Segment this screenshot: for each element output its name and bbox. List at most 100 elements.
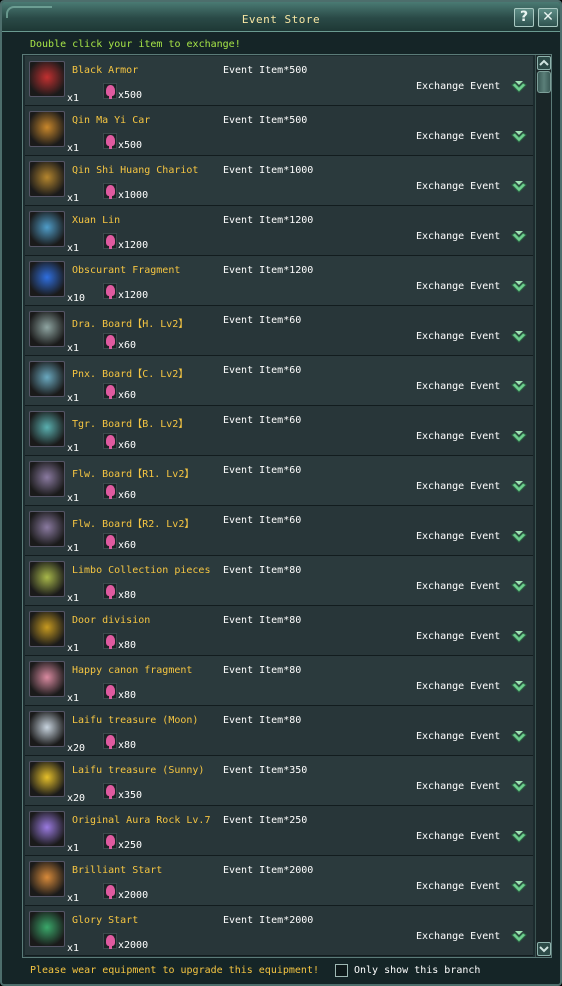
event-token-icon xyxy=(103,683,117,699)
item-row[interactable]: x1 Limbo Collection pieces x80 Event Ite… xyxy=(25,556,533,606)
exchange-button[interactable] xyxy=(511,330,527,346)
item-quantity: x1 xyxy=(67,643,80,654)
event-item-cost: Event Item*250 xyxy=(223,815,308,826)
exchange-event-label: Exchange Event xyxy=(416,381,501,392)
event-token-icon xyxy=(103,283,117,299)
item-name: Qin Shi Huang Chariot xyxy=(72,165,199,176)
event-store-window: Event Store ? ✕ Double click your item t… xyxy=(0,0,562,986)
event-item-cost: Event Item*500 xyxy=(223,65,308,76)
token-cost: x80 xyxy=(118,640,137,651)
scroll-up-button[interactable] xyxy=(537,56,551,70)
exchange-button[interactable] xyxy=(511,480,527,496)
door-icon xyxy=(29,611,65,647)
exchange-hint: Double click your item to exchange! xyxy=(30,39,241,50)
item-row[interactable]: x1 Pnx. Board【C. Lv2】 x60 Event Item*60 … xyxy=(25,356,533,406)
item-row[interactable]: x1 Happy canon fragment x80 Event Item*8… xyxy=(25,656,533,706)
exchange-button[interactable] xyxy=(511,630,527,646)
scroll-down-button[interactable] xyxy=(537,942,551,956)
exchange-button[interactable] xyxy=(511,580,527,596)
event-item-cost: Event Item*60 xyxy=(223,415,302,426)
token-cost: x350 xyxy=(118,790,143,801)
item-quantity: x1 xyxy=(67,693,80,704)
item-quantity: x1 xyxy=(67,93,80,104)
event-item-cost: Event Item*1200 xyxy=(223,265,314,276)
item-quantity: x1 xyxy=(67,593,80,604)
help-button[interactable]: ? xyxy=(514,8,534,27)
title-bar[interactable]: Event Store ? ✕ xyxy=(2,2,560,32)
exchange-button[interactable] xyxy=(511,130,527,146)
exchange-button[interactable] xyxy=(511,780,527,796)
exchange-button[interactable] xyxy=(511,680,527,696)
item-row[interactable]: x1 Flw. Board【R1. Lv2】 x60 Event Item*60… xyxy=(25,456,533,506)
exchange-arrow-icon xyxy=(511,681,527,693)
exchange-button[interactable] xyxy=(511,280,527,296)
exchange-button[interactable] xyxy=(511,530,527,546)
token-cost: x500 xyxy=(118,90,143,101)
item-row[interactable]: x20 Laifu treasure (Moon) x80 Event Item… xyxy=(25,706,533,756)
exchange-arrow-icon xyxy=(511,281,527,293)
item-row[interactable]: x1 Door division x80 Event Item*80 Excha… xyxy=(25,606,533,656)
event-item-cost: Event Item*80 xyxy=(223,615,302,626)
chariot-icon xyxy=(29,161,65,197)
exchange-event-label: Exchange Event xyxy=(416,931,501,942)
close-button[interactable]: ✕ xyxy=(538,8,558,27)
exchange-button[interactable] xyxy=(511,430,527,446)
exchange-button[interactable] xyxy=(511,730,527,746)
item-row[interactable]: x1 Brilliant Start x2000 Event Item*2000… xyxy=(25,856,533,906)
item-row[interactable]: x1 Glory Start x2000 Event Item*2000 Exc… xyxy=(25,906,533,956)
item-row[interactable]: x1 Black Armor x500 Event Item*500 Excha… xyxy=(25,56,533,106)
item-row[interactable]: x1 Xuan Lin x1200 Event Item*1200 Exchan… xyxy=(25,206,533,256)
exchange-event-label: Exchange Event xyxy=(416,181,501,192)
armor-icon xyxy=(29,61,65,97)
scroll-icon xyxy=(29,761,65,797)
exchange-button[interactable] xyxy=(511,930,527,946)
item-quantity: x1 xyxy=(67,443,80,454)
only-show-branch-checkbox[interactable] xyxy=(335,964,348,977)
exchange-button[interactable] xyxy=(511,830,527,846)
scroll-thumb[interactable] xyxy=(537,71,551,93)
exchange-arrow-icon xyxy=(511,881,527,893)
exchange-arrow-icon xyxy=(511,481,527,493)
item-quantity: x1 xyxy=(67,143,80,154)
item-name: Laifu treasure (Sunny) xyxy=(72,765,205,776)
item-row[interactable]: x1 Qin Ma Yi Car x500 Event Item*500 Exc… xyxy=(25,106,533,156)
item-quantity: x20 xyxy=(67,793,86,804)
board-icon xyxy=(29,361,65,397)
exchange-button[interactable] xyxy=(511,80,527,96)
exchange-event-label: Exchange Event xyxy=(416,881,501,892)
exchange-event-label: Exchange Event xyxy=(416,831,501,842)
event-item-cost: Event Item*1200 xyxy=(223,215,314,226)
item-row[interactable]: x1 Original Aura Rock Lv.7 x250 Event It… xyxy=(25,806,533,856)
exchange-button[interactable] xyxy=(511,230,527,246)
item-row[interactable]: x1 Dra. Board【H. Lv2】 x60 Event Item*60 … xyxy=(25,306,533,356)
item-quantity: x1 xyxy=(67,393,80,404)
crystal-icon xyxy=(29,261,65,297)
event-token-icon xyxy=(103,783,117,799)
exchange-arrow-icon xyxy=(511,231,527,243)
token-cost: x80 xyxy=(118,740,137,751)
item-quantity: x1 xyxy=(67,843,80,854)
exchange-button[interactable] xyxy=(511,180,527,196)
event-token-icon xyxy=(103,733,117,749)
scrollbar[interactable] xyxy=(535,55,551,957)
item-name: Laifu treasure (Moon) xyxy=(72,715,199,726)
event-token-icon xyxy=(103,383,117,399)
exchange-button[interactable] xyxy=(511,380,527,396)
item-row[interactable]: x1 Flw. Board【R2. Lv2】 x60 Event Item*60… xyxy=(25,506,533,556)
ring-icon xyxy=(29,861,65,897)
token-cost: x60 xyxy=(118,390,137,401)
item-row[interactable]: x20 Laifu treasure (Sunny) x350 Event It… xyxy=(25,756,533,806)
item-name: Flw. Board【R1. Lv2】 xyxy=(72,469,195,480)
token-cost: x250 xyxy=(118,840,143,851)
item-row[interactable]: x10 Obscurant Fragment x1200 Event Item*… xyxy=(25,256,533,306)
item-row[interactable]: x1 Tgr. Board【B. Lv2】 x60 Event Item*60 … xyxy=(25,406,533,456)
event-token-icon xyxy=(103,183,117,199)
token-cost: x60 xyxy=(118,490,137,501)
token-cost: x80 xyxy=(118,590,137,601)
item-row[interactable]: x1 Qin Shi Huang Chariot x1000 Event Ite… xyxy=(25,156,533,206)
event-token-icon xyxy=(103,333,117,349)
only-show-branch-label[interactable]: Only show this branch xyxy=(354,965,480,976)
item-list-frame: x1 Black Armor x500 Event Item*500 Excha… xyxy=(22,54,552,958)
exchange-event-label: Exchange Event xyxy=(416,431,501,442)
exchange-button[interactable] xyxy=(511,880,527,896)
